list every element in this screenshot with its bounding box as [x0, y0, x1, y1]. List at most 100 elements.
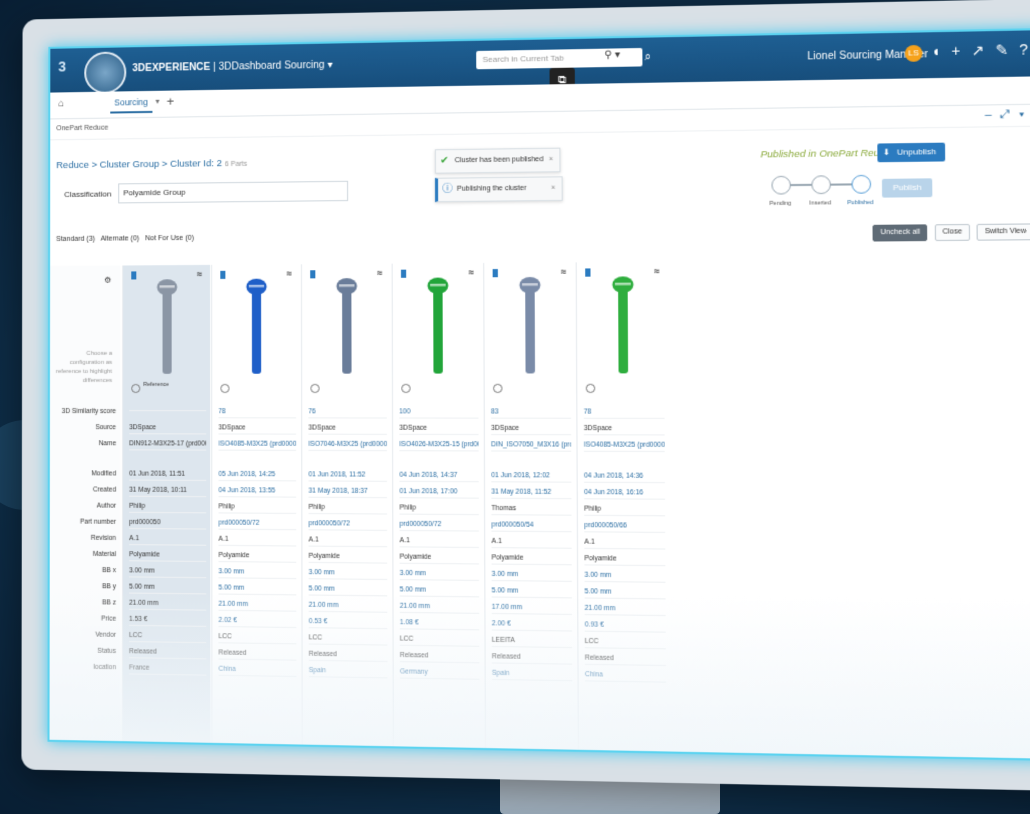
reference-hint: Choose a configuration as reference to h…: [55, 350, 113, 384]
part-card[interactable]: ≈: [484, 262, 575, 396]
expand-icon[interactable]: ⤢: [1000, 108, 1019, 121]
step-label: Pending: [769, 200, 792, 208]
cell-location: Germany: [399, 668, 480, 680]
cell-part-number[interactable]: prd000050: [129, 518, 207, 530]
filter-alternate[interactable]: Alternate (0): [101, 235, 140, 242]
tab-sourcing[interactable]: Sourcing: [110, 96, 153, 114]
cell-location: China: [584, 671, 667, 683]
reference-radio[interactable]: [401, 383, 411, 393]
part-card[interactable]: ≈: [302, 264, 391, 396]
cell-status: Released: [129, 648, 207, 660]
cell-name[interactable]: DIN912-M3X25-17 (prd000050): [129, 440, 207, 451]
cell-part-number[interactable]: prd000050/54: [491, 521, 572, 533]
cell-created: 04 Jun 2018, 16:16: [584, 488, 666, 500]
cell-modified: 04 Jun 2018, 14:36: [584, 472, 665, 484]
row-label: Author: [96, 502, 117, 510]
share-icon[interactable]: ↗: [971, 42, 995, 59]
part-column: ≈100 3DSpace ISO4026-M3X25-15 (prd000050/7…: [391, 263, 484, 757]
chevron-down-icon[interactable]: ▾: [155, 97, 159, 106]
cell-part-number[interactable]: prd000050/66: [584, 521, 666, 533]
part-card[interactable]: ≈ Reference: [123, 265, 210, 396]
cell-author: Philip: [129, 502, 207, 514]
cell-part-number[interactable]: prd000050/72: [399, 520, 479, 532]
cell-material: Polyamide: [399, 553, 480, 565]
screw-3d-icon: [336, 278, 358, 374]
cell-price: 2.00 €: [491, 620, 573, 632]
cell-name[interactable]: ISO7046-M3X25 (prd000050/68): [308, 440, 387, 452]
row-label: location: [93, 663, 116, 672]
cell-bb-z: 21.00 mm: [129, 599, 207, 611]
row-label: Part number: [80, 518, 117, 526]
close-button[interactable]: Close: [934, 223, 970, 242]
comparison-grid: ⚙ Choose a configuration as reference to…: [49, 259, 1000, 761]
breadcrumb-path[interactable]: Reduce > Cluster Group > Cluster Id: 2: [56, 158, 222, 171]
chevron-down-icon[interactable]: ▾: [1019, 108, 1030, 121]
uncheck-all-button[interactable]: Uncheck all: [872, 224, 928, 242]
tag-icon[interactable]: ⌕: [645, 51, 652, 64]
cell-name[interactable]: ISO4026-M3X25-15 (prd000050/72): [399, 440, 479, 452]
tools-icon[interactable]: ✎: [995, 41, 1019, 58]
cell-price: 2.02 €: [218, 616, 297, 629]
row-label: Material: [92, 550, 117, 559]
filter-not-for-use[interactable]: Not For Use (0): [145, 235, 194, 242]
close-icon[interactable]: ×: [551, 177, 555, 200]
close-icon[interactable]: ×: [549, 149, 553, 172]
part-column: ≈ Reference 3DSpace DIN912-M3X25-17 (prd000…: [122, 264, 211, 751]
step-connector: [789, 183, 812, 186]
compass-icon[interactable]: [84, 51, 127, 95]
unpublish-button[interactable]: ⬇ Unpublish: [877, 142, 945, 163]
step-label: Published: [847, 199, 874, 207]
app-title[interactable]: 3DEXPERIENCE | 3DDashboard Sourcing ▾: [132, 60, 332, 75]
cell-author: Thomas: [491, 504, 572, 516]
settings-icon[interactable]: ⚙: [104, 276, 111, 285]
home-icon[interactable]: ⌂: [58, 98, 64, 109]
cell-status: Released: [308, 650, 388, 662]
reference-radio[interactable]: [131, 383, 141, 393]
cell-bb-y: 5.00 mm: [129, 583, 207, 595]
filter-standard[interactable]: Standard (3): [56, 236, 95, 243]
cell-bb-z: 21.00 mm: [308, 601, 388, 613]
ds-logo-icon[interactable]: 3: [58, 58, 66, 74]
reference-radio[interactable]: [585, 383, 596, 393]
part-column: ≈83 3DSpace DIN_ISO7050_M3X16 (prd000050/5…: [483, 262, 577, 759]
cell-name[interactable]: ISO4085-M3X25 (prd000050/72): [218, 440, 297, 451]
cell-name[interactable]: DIN_ISO7050_M3X16 (prd000050/54): [491, 441, 572, 452]
cell-source: 3DSpace: [308, 424, 387, 435]
search-icon[interactable]: ⚲ ▾: [604, 49, 620, 61]
add-icon[interactable]: +: [951, 42, 971, 59]
cell-part-number[interactable]: prd000050/72: [218, 519, 297, 531]
step-label: Inserted: [809, 200, 831, 207]
part-card[interactable]: ≈: [577, 262, 669, 396]
cell-vendor: LCC: [584, 637, 666, 650]
part-card[interactable]: ≈: [212, 264, 300, 396]
view-actions: Uncheck all Close Switch View: [868, 223, 1030, 242]
add-tab-button[interactable]: +: [167, 94, 175, 109]
cell-revision: A.1: [129, 535, 207, 546]
reference-radio[interactable]: [310, 383, 320, 393]
screw-3d-icon: [246, 278, 267, 374]
part-count: 6 Parts: [224, 160, 248, 169]
download-icon: ⬇: [882, 147, 891, 157]
panel-title: OnePart Reduce: [56, 124, 109, 133]
toast-publishing: ⓘ Publishing the cluster ×: [434, 176, 563, 203]
reference-radio[interactable]: [220, 383, 230, 393]
check-icon: ✔: [440, 155, 449, 167]
cell-location: France: [129, 664, 207, 676]
cell-modified: 01 Jun 2018, 11:52: [308, 471, 387, 482]
bookmark-icon[interactable]: ◖: [931, 42, 951, 59]
cell-author: Philip: [308, 503, 388, 515]
cell-bb-x: 3.00 mm: [584, 571, 666, 583]
cell-revision: A.1: [308, 536, 388, 548]
part-card[interactable]: ≈: [393, 263, 483, 396]
classification-field[interactable]: Polyamide Group: [118, 180, 349, 204]
switch-view-button[interactable]: Switch View: [976, 223, 1030, 241]
publish-button[interactable]: Publish: [881, 178, 933, 198]
help-icon[interactable]: ?: [1019, 41, 1030, 58]
cell-material: Polyamide: [584, 555, 666, 567]
minimize-icon[interactable]: –: [985, 108, 1001, 121]
cell-part-number[interactable]: prd000050/72: [308, 520, 388, 531]
cell-bb-x: 3.00 mm: [218, 568, 297, 580]
cell-name[interactable]: ISO4085-M3X25 (prd000050/66): [583, 441, 665, 453]
reference-radio[interactable]: [493, 383, 503, 393]
cell-vendor: LCC: [218, 633, 297, 645]
